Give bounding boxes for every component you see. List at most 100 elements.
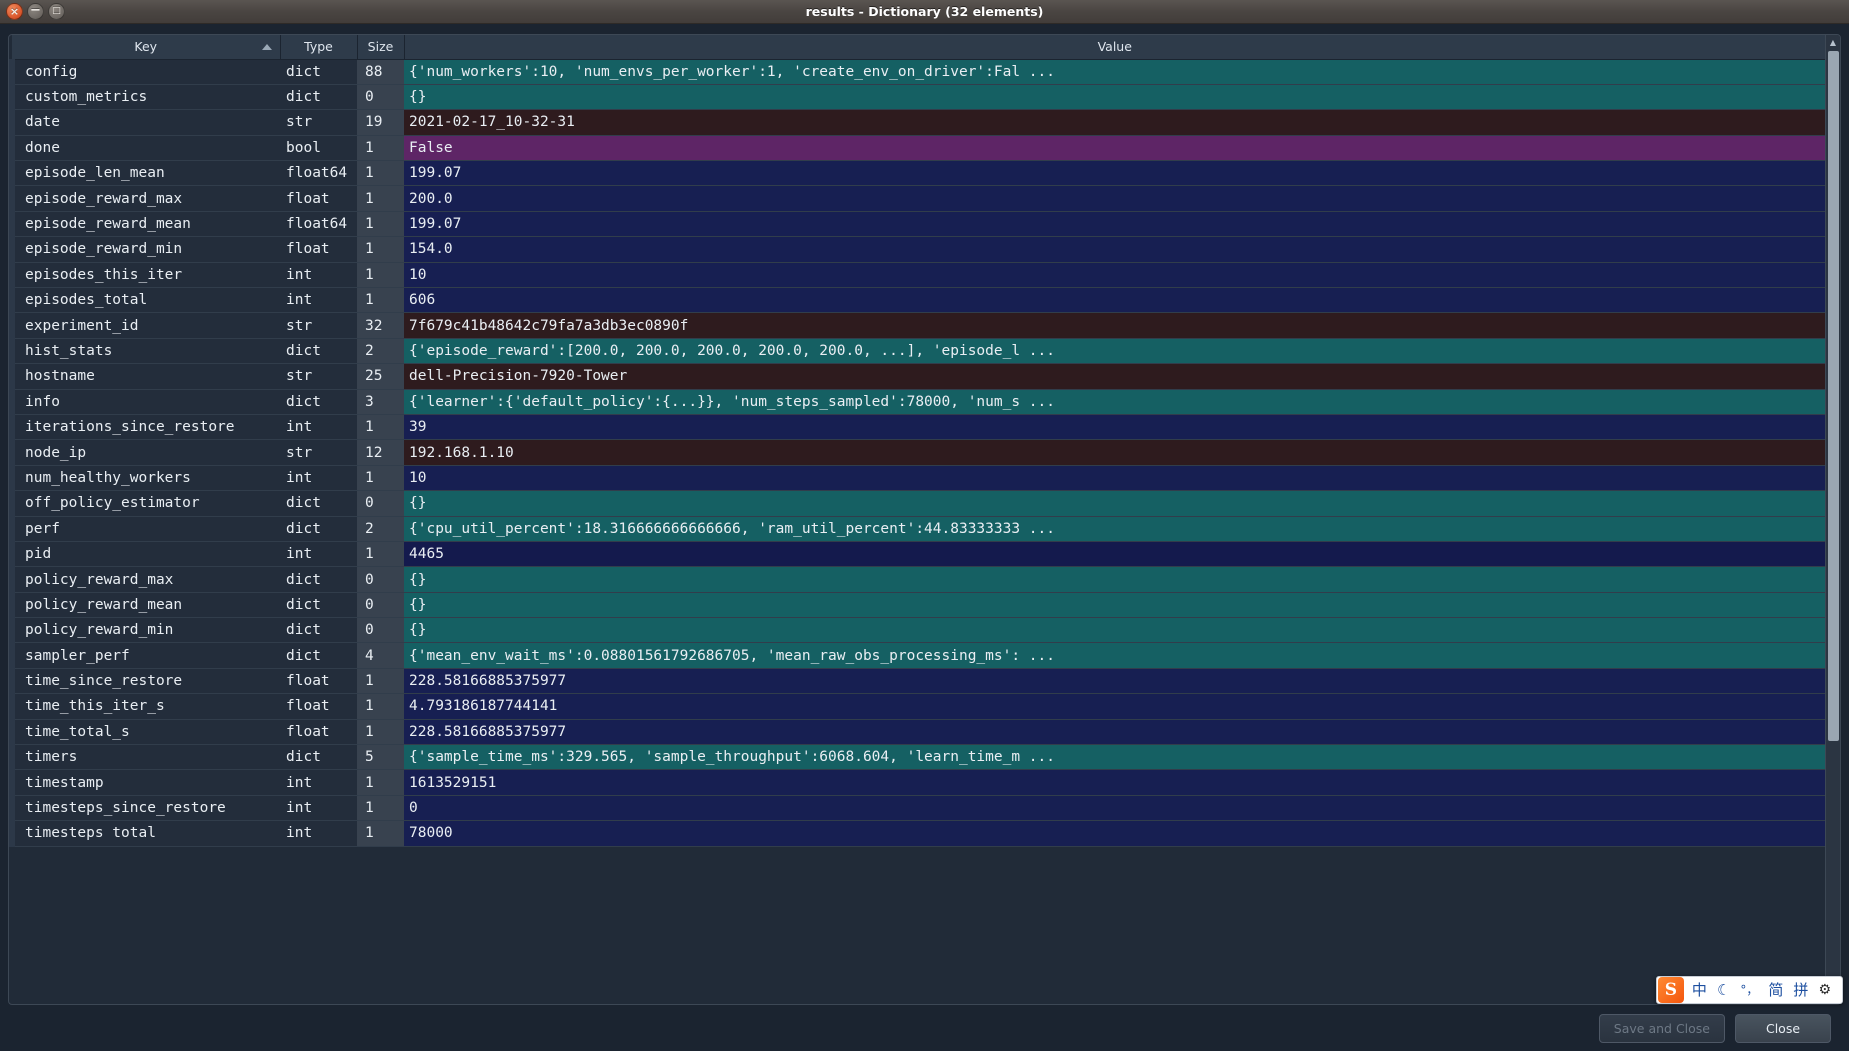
column-header-value[interactable]: Value — [404, 35, 1825, 60]
table-row[interactable]: episodes_total int 1 606 — [9, 287, 1825, 314]
cell-key[interactable]: timesteps_since_restore — [9, 795, 280, 822]
table-row[interactable]: timesteps total int 1 78000 — [9, 820, 1825, 847]
cell-key[interactable]: node_ip — [9, 439, 280, 466]
cell-key[interactable]: iterations_since_restore — [9, 414, 280, 441]
cell-value[interactable]: {'mean_env_wait_ms':0.08801561792686705,… — [404, 642, 1825, 669]
cell-value[interactable]: {} — [404, 592, 1825, 619]
close-window-button[interactable]: × — [6, 3, 23, 20]
save-and-close-button[interactable]: Save and Close — [1598, 1013, 1725, 1043]
table-row[interactable]: episode_reward_mean float64 1 199.07 — [9, 211, 1825, 238]
cell-value[interactable]: 10 — [404, 465, 1825, 492]
table-row[interactable]: time_total_s float 1 228.58166885375977 — [9, 719, 1825, 746]
table-row[interactable]: time_since_restore float 1 228.581668853759… — [9, 668, 1825, 695]
sogou-logo-icon[interactable]: S — [1657, 977, 1684, 1003]
cell-value[interactable]: {} — [404, 566, 1825, 593]
cell-key[interactable]: timestamp — [9, 769, 280, 796]
sogou-ime-toolbar[interactable]: S 中 ☾ °， 简 拼 ⚙ — [1655, 976, 1843, 1004]
cell-value[interactable]: {} — [404, 84, 1825, 111]
table-row[interactable]: experiment_id str 32 7f679c41b48642c79fa7a3… — [9, 312, 1825, 339]
cell-value[interactable]: 199.07 — [404, 211, 1825, 238]
cell-key[interactable]: episode_reward_min — [9, 236, 280, 263]
table-row[interactable]: episodes_this_iter int 1 10 — [9, 262, 1825, 289]
cell-key[interactable]: off_policy_estimator — [9, 490, 280, 517]
cell-key[interactable]: episode_len_mean — [9, 160, 280, 187]
cell-key[interactable]: custom_metrics — [9, 84, 280, 111]
table-row[interactable]: policy_reward_min dict 0{} — [9, 617, 1825, 644]
table-row[interactable]: policy_reward_mean dict 0{} — [9, 592, 1825, 619]
scrollbar-thumb[interactable] — [1828, 51, 1839, 741]
cell-key[interactable]: info — [9, 389, 280, 415]
cell-value[interactable]: 39 — [404, 414, 1825, 441]
cell-value[interactable]: 4465 — [404, 541, 1825, 568]
table-row[interactable]: date str 19 2021-02-17_10-32-31 — [9, 109, 1825, 136]
cell-value[interactable]: 192.168.1.10 — [404, 439, 1825, 466]
table-row[interactable]: done bool 1 False — [9, 135, 1825, 162]
cell-key[interactable]: hostname — [9, 363, 280, 390]
ime-moon-icon[interactable]: ☾ — [1712, 982, 1735, 998]
cell-key[interactable]: done — [9, 135, 280, 162]
cell-key[interactable]: time_total_s — [9, 719, 280, 746]
table-row[interactable]: episode_reward_min float 1 154.0 — [9, 236, 1825, 263]
table-row[interactable]: iterations_since_restore int 1 39 — [9, 414, 1825, 441]
cell-key[interactable]: policy_reward_min — [9, 617, 280, 644]
cell-value[interactable]: {'learner':{'default_policy':{...}}, 'nu… — [404, 389, 1825, 415]
cell-value[interactable]: 78000 — [404, 820, 1825, 847]
cell-value[interactable]: 1613529151 — [404, 769, 1825, 796]
column-header-type[interactable]: Type — [280, 35, 358, 60]
cell-key[interactable]: experiment_id — [9, 312, 280, 339]
table-row[interactable]: episode_len_mean float64 1 199.07 — [9, 160, 1825, 187]
minimize-window-button[interactable]: − — [27, 3, 44, 20]
cell-value[interactable]: 228.58166885375977 — [404, 719, 1825, 746]
cell-key[interactable]: perf — [9, 516, 280, 542]
cell-value[interactable]: False — [404, 135, 1825, 162]
table-row[interactable]: pid int 1 4465 — [9, 541, 1825, 568]
cell-value[interactable]: {'episode_reward':[200.0, 200.0, 200.0, … — [404, 338, 1825, 365]
scroll-up-icon[interactable]: ▲ — [1825, 35, 1840, 49]
table-row[interactable]: off_policy_estimator dict 0{} — [9, 490, 1825, 517]
cell-value[interactable]: 10 — [404, 262, 1825, 289]
table-row[interactable]: timesteps_since_restore int 1 0 — [9, 795, 1825, 822]
cell-key[interactable]: episodes_this_iter — [9, 262, 280, 289]
table-row[interactable]: node_ip str 12 192.168.1.10 — [9, 439, 1825, 466]
cell-value[interactable]: {} — [404, 490, 1825, 517]
maximize-window-button[interactable]: □ — [48, 3, 65, 20]
cell-key[interactable]: episode_reward_mean — [9, 211, 280, 238]
ime-pinyin-icon[interactable]: 拼 — [1788, 982, 1813, 998]
table-row[interactable]: hostname str 25 dell-Precision-7920-Tower — [9, 363, 1825, 390]
cell-key[interactable]: policy_reward_mean — [9, 592, 280, 619]
cell-value[interactable]: 199.07 — [404, 160, 1825, 187]
column-header-size[interactable]: Size — [357, 35, 405, 60]
cell-value[interactable]: 606 — [404, 287, 1825, 314]
table-row[interactable]: time_this_iter_s float 1 4.793186187744141 — [9, 693, 1825, 720]
cell-key[interactable]: policy_reward_max — [9, 566, 280, 593]
cell-key[interactable]: time_since_restore — [9, 668, 280, 695]
cell-key[interactable]: timesteps total — [9, 820, 280, 847]
cell-value[interactable]: 228.58166885375977 — [404, 668, 1825, 695]
cell-value[interactable]: {'sample_time_ms':329.565, 'sample_throu… — [404, 744, 1825, 771]
cell-key[interactable]: episodes_total — [9, 287, 280, 314]
cell-value[interactable]: 200.0 — [404, 185, 1825, 212]
close-button[interactable]: Close — [1735, 1013, 1831, 1043]
gear-icon[interactable]: ⚙ — [1813, 983, 1836, 997]
cell-value[interactable]: {} — [404, 617, 1825, 644]
cell-key[interactable]: pid — [9, 541, 280, 568]
cell-value[interactable]: 7f679c41b48642c79fa7a3db3ec0890f — [404, 312, 1825, 339]
cell-key[interactable]: config — [9, 59, 280, 85]
cell-value[interactable]: dell-Precision-7920-Tower — [404, 363, 1825, 390]
cell-key[interactable]: timers — [9, 744, 280, 771]
table-row[interactable]: episode_reward_max float 1 200.0 — [9, 185, 1825, 212]
cell-key[interactable]: date — [9, 109, 280, 136]
table-row[interactable]: custom_metrics dict 0{} — [9, 84, 1825, 111]
table-row[interactable]: hist_stats dict 2 {'episode_reward':[200.0,… — [9, 338, 1825, 365]
ime-punctuation-icon[interactable]: °， — [1735, 984, 1763, 996]
cell-key[interactable]: num_healthy_workers — [9, 465, 280, 492]
table-row[interactable]: info dict 3 {'learner':{'default_policy':{.… — [9, 389, 1825, 415]
vertical-scrollbar[interactable]: ▲ — [1825, 35, 1840, 1004]
cell-key[interactable]: sampler_perf — [9, 642, 280, 669]
cell-key[interactable]: hist_stats — [9, 338, 280, 365]
cell-value[interactable]: {'cpu_util_percent':18.316666666666666, … — [404, 516, 1825, 542]
table-row[interactable]: config dict 88 {'num_workers':10, 'num_envs… — [9, 59, 1825, 85]
cell-value[interactable]: 154.0 — [404, 236, 1825, 263]
table-row[interactable]: timers dict 5 {'sample_time_ms':329.565, 's… — [9, 744, 1825, 771]
column-header-key[interactable]: Key — [12, 35, 281, 60]
